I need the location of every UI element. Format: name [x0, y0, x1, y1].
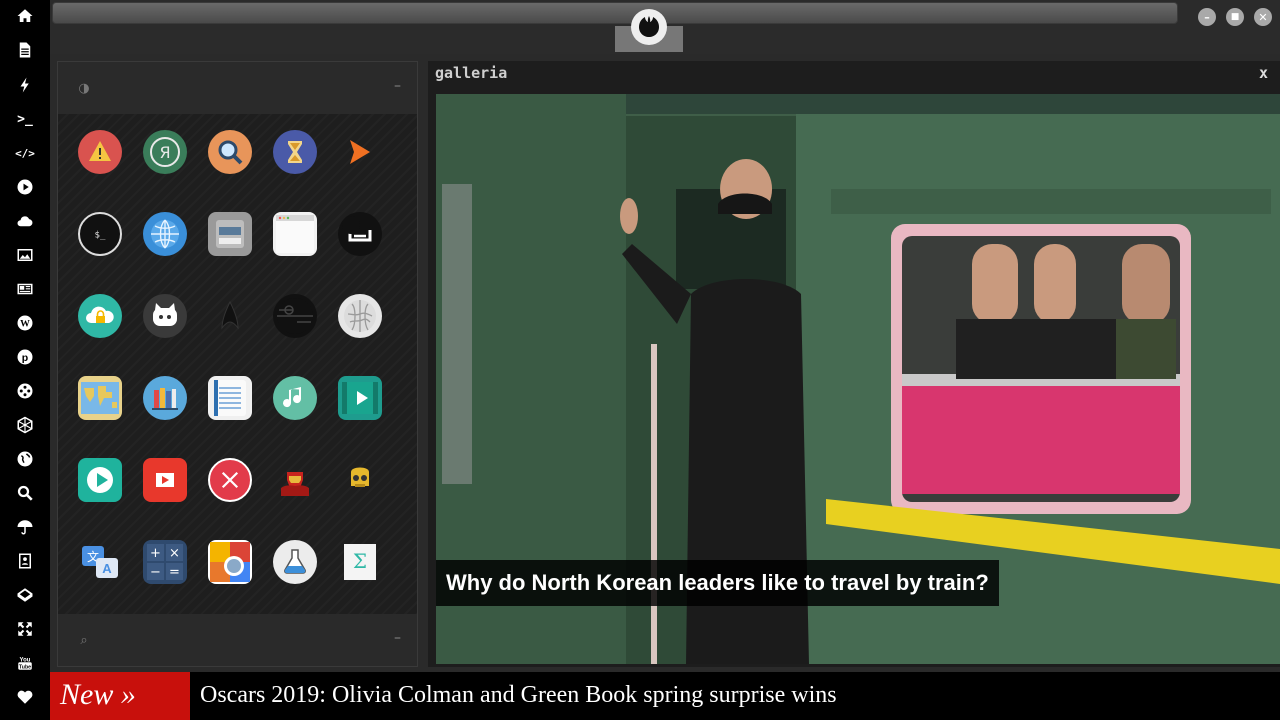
desktop: >_ </> W p You Tube – ■ ✕ ◑ – Я $_ 文 A +…: [0, 0, 1280, 720]
maximize-button[interactable]: ■: [1226, 8, 1244, 26]
color-picker-icon[interactable]: [208, 540, 252, 584]
news-ticker: New » Oscars 2019: Olivia Colman and Gre…: [50, 672, 1280, 720]
youtube-icon[interactable]: You Tube: [13, 651, 37, 675]
ticker-headline[interactable]: Oscars 2019: Olivia Colman and Green Boo…: [200, 672, 837, 720]
launcher-footer: ⌕ –: [58, 614, 417, 666]
c3po-icon[interactable]: [338, 458, 382, 502]
yandex-icon[interactable]: Я: [143, 130, 187, 174]
svg-text:+: +: [150, 546, 161, 561]
svg-text:$_: $_: [95, 231, 106, 241]
stackoverflow-icon[interactable]: [338, 212, 382, 256]
code-icon[interactable]: </>: [13, 141, 37, 165]
play-icon[interactable]: [13, 175, 37, 199]
play-store-icon[interactable]: [78, 458, 122, 502]
home-icon[interactable]: [13, 4, 37, 28]
launcher-minimize-button[interactable]: –: [394, 78, 401, 94]
minimize-glyph: –: [1204, 10, 1210, 24]
globe-icon[interactable]: [13, 447, 37, 471]
close-button[interactable]: x: [1259, 64, 1268, 82]
rebel-alliance-logo-icon[interactable]: [631, 9, 667, 45]
death-star-icon[interactable]: [273, 294, 317, 338]
news-icon[interactable]: [13, 277, 37, 301]
contacts-icon[interactable]: [13, 549, 37, 573]
video-player-icon[interactable]: [338, 376, 382, 420]
terminal-icon[interactable]: >_: [13, 107, 37, 131]
photo-booth-icon[interactable]: [143, 458, 187, 502]
galleria-window: galleria x Why do North Korean leaders l…: [428, 61, 1280, 667]
new-badge: New »: [50, 672, 190, 720]
flash-icon[interactable]: [13, 73, 37, 97]
contrast-icon[interactable]: ◑: [76, 80, 92, 96]
window-title: galleria: [435, 64, 508, 82]
maximize-glyph: ■: [1230, 11, 1240, 22]
photo-caption: Why do North Korean leaders like to trav…: [436, 560, 999, 606]
footer-minimize-button[interactable]: –: [394, 630, 401, 646]
app-launcher-panel: ◑ – Я $_ 文 A + × − = Σ ⌕ –: [57, 61, 418, 667]
terminal-app-icon[interactable]: $_: [78, 212, 122, 256]
svg-text:×: ×: [169, 546, 180, 561]
warning-icon[interactable]: [78, 130, 122, 174]
startrek-icon[interactable]: [208, 294, 252, 338]
github-icon[interactable]: [143, 294, 187, 338]
svg-text:Σ: Σ: [353, 549, 367, 573]
close-app-icon[interactable]: [208, 458, 252, 502]
svg-text:Я: Я: [159, 143, 170, 162]
math-icon[interactable]: Σ: [338, 540, 382, 584]
scanner-icon[interactable]: [208, 212, 252, 256]
app-icon-grid: Я $_ 文 A + × − = Σ: [58, 114, 417, 614]
arrow-right-icon[interactable]: [338, 130, 382, 174]
heart-icon[interactable]: [13, 685, 37, 709]
wordpress-icon[interactable]: W: [13, 311, 37, 335]
address-bar[interactable]: [52, 2, 1178, 24]
window-icon[interactable]: [273, 212, 317, 256]
top-bar: – ■ ✕: [50, 0, 1280, 54]
search-icon[interactable]: [13, 481, 37, 505]
notebook-icon[interactable]: [208, 376, 252, 420]
close-window-button[interactable]: ✕: [1254, 8, 1272, 26]
svg-text:W: W: [20, 318, 30, 329]
left-dock: >_ </> W p You Tube: [0, 0, 50, 720]
codepen-icon[interactable]: [13, 583, 37, 607]
globe-app-icon[interactable]: [143, 212, 187, 256]
search-app-icon[interactable]: [208, 130, 252, 174]
hourglass-icon[interactable]: [273, 130, 317, 174]
iron-man-icon[interactable]: [273, 458, 317, 502]
svg-text:−: −: [150, 565, 161, 580]
world-map-icon[interactable]: [78, 376, 122, 420]
umbrella-icon[interactable]: [13, 515, 37, 539]
expand-icon[interactable]: [13, 617, 37, 641]
music-icon[interactable]: [273, 376, 317, 420]
film-reel-icon[interactable]: [13, 379, 37, 403]
cloud-lock-icon[interactable]: [78, 294, 122, 338]
network-icon[interactable]: [13, 413, 37, 437]
document-icon[interactable]: [13, 38, 37, 62]
svg-text:=: =: [169, 565, 180, 580]
search-icon[interactable]: ⌕: [76, 632, 92, 648]
close-glyph: ✕: [1258, 10, 1268, 24]
image-icon[interactable]: [13, 243, 37, 267]
cloud-icon[interactable]: [13, 209, 37, 233]
chemistry-icon[interactable]: [273, 540, 317, 584]
pinterest-icon[interactable]: p: [13, 345, 37, 369]
launcher-header: ◑ –: [58, 62, 417, 114]
translate-icon[interactable]: 文A: [78, 540, 122, 584]
minimize-button[interactable]: –: [1198, 8, 1216, 26]
gallery-photo[interactable]: Why do North Korean leaders like to trav…: [436, 94, 1280, 664]
books-icon[interactable]: [143, 376, 187, 420]
svg-text:A: A: [102, 561, 112, 576]
wikipedia-icon[interactable]: [338, 294, 382, 338]
svg-text:p: p: [22, 352, 28, 364]
svg-text:Tube: Tube: [19, 664, 31, 670]
calculator-icon[interactable]: + × − =: [143, 540, 187, 584]
